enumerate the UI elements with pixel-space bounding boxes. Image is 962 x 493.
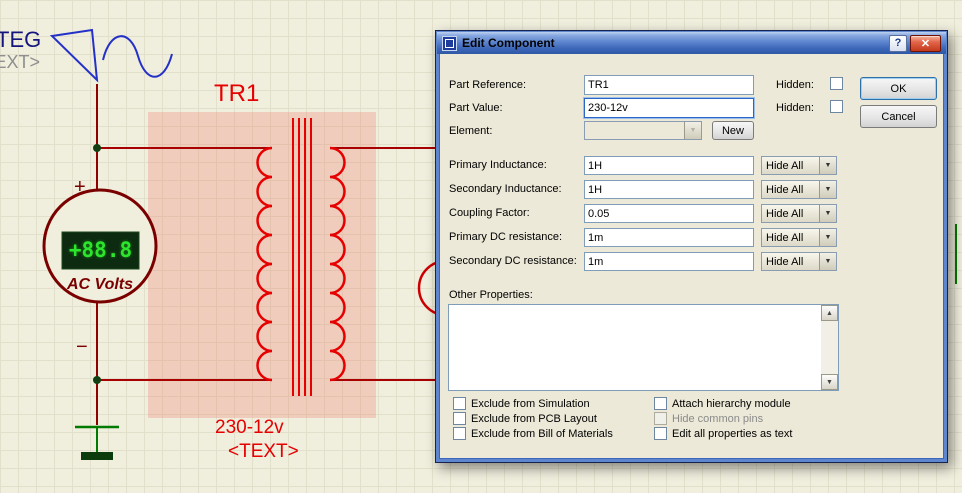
ok-button[interactable]: OK bbox=[860, 77, 937, 100]
other-properties-label: Other Properties: bbox=[449, 289, 533, 301]
cancel-button[interactable]: Cancel bbox=[860, 105, 937, 128]
hidden-checkbox-1[interactable] bbox=[830, 77, 843, 90]
part-reference-input[interactable] bbox=[584, 75, 754, 95]
exclude-pcb-label: Exclude from PCB Layout bbox=[471, 413, 597, 425]
edit-properties-text-checkbox[interactable] bbox=[654, 427, 667, 440]
coupling-factor-label: Coupling Factor: bbox=[449, 207, 530, 219]
generator-symbol[interactable] bbox=[49, 28, 173, 83]
element-label: Element: bbox=[449, 125, 493, 137]
visibility-value: Hide All bbox=[766, 183, 804, 196]
scroll-up-icon[interactable]: ▲ bbox=[821, 305, 838, 321]
secondary-dc-resistance-visibility[interactable]: Hide All ▼ bbox=[761, 252, 837, 271]
hide-common-pins-checkbox bbox=[654, 412, 667, 425]
chevron-down-icon[interactable]: ▼ bbox=[819, 253, 836, 270]
visibility-value: Hide All bbox=[766, 255, 804, 268]
exclude-bom-checkbox[interactable] bbox=[453, 427, 466, 440]
transformer-value-label: 230-12v bbox=[215, 417, 284, 438]
scroll-down-icon[interactable]: ▼ bbox=[821, 374, 838, 390]
exclude-bom-label: Exclude from Bill of Materials bbox=[471, 428, 613, 440]
coupling-factor-visibility[interactable]: Hide All ▼ bbox=[761, 204, 837, 223]
secondary-inductance-input[interactable] bbox=[584, 180, 754, 199]
primary-inductance-label: Primary Inductance: bbox=[449, 159, 547, 171]
dialog-titlebar[interactable]: Edit Component ? ✕ bbox=[437, 32, 946, 54]
app-icon bbox=[442, 35, 457, 51]
primary-dc-resistance-visibility[interactable]: Hide All ▼ bbox=[761, 228, 837, 247]
visibility-value: Hide All bbox=[766, 231, 804, 244]
chevron-down-icon[interactable]: ▼ bbox=[819, 205, 836, 222]
primary-dc-resistance-label: Primary DC resistance: bbox=[449, 231, 563, 243]
voltmeter-plus-label: + bbox=[74, 176, 86, 198]
visibility-value: Hide All bbox=[766, 207, 804, 220]
hidden-label-1: Hidden: bbox=[776, 79, 814, 91]
other-properties-textarea[interactable]: ▲ ▼ bbox=[448, 304, 839, 391]
new-button[interactable]: New bbox=[712, 121, 754, 140]
edit-component-dialog: Edit Component ? ✕ Part Reference: Hidde… bbox=[435, 30, 948, 463]
sine-wave-icon bbox=[102, 35, 173, 78]
exclude-pcb-checkbox[interactable] bbox=[453, 412, 466, 425]
primary-dc-resistance-input[interactable] bbox=[584, 228, 754, 247]
hidden-label-2: Hidden: bbox=[776, 102, 814, 114]
chevron-down-icon[interactable]: ▼ bbox=[819, 229, 836, 246]
secondary-inductance-visibility[interactable]: Hide All ▼ bbox=[761, 180, 837, 199]
voltmeter-reading: +88.8 bbox=[68, 238, 133, 262]
part-reference-label: Part Reference: bbox=[449, 79, 527, 91]
generator-flag[interactable] bbox=[49, 28, 99, 83]
chevron-down-icon[interactable]: ▼ bbox=[819, 181, 836, 198]
transformer-ref-label: TR1 bbox=[214, 80, 260, 107]
visibility-value: Hide All bbox=[766, 159, 804, 172]
generator-text-label: <TEXT> bbox=[0, 52, 41, 72]
dialog-title: Edit Component bbox=[462, 36, 555, 50]
generator-ref-label: TEG bbox=[0, 27, 42, 52]
element-dropdown-value bbox=[585, 122, 684, 139]
secondary-inductance-label: Secondary Inductance: bbox=[449, 183, 562, 195]
coupling-factor-input[interactable] bbox=[584, 204, 754, 223]
vertical-scrollbar[interactable]: ▲ ▼ bbox=[821, 305, 838, 390]
part-value-label: Part Value: bbox=[449, 102, 503, 114]
element-dropdown[interactable]: ▼ bbox=[584, 121, 702, 140]
junction-dot bbox=[93, 376, 101, 384]
attach-hierarchy-label: Attach hierarchy module bbox=[672, 398, 791, 410]
secondary-dc-resistance-input[interactable] bbox=[584, 252, 754, 271]
help-button[interactable]: ? bbox=[889, 34, 907, 52]
attach-hierarchy-checkbox[interactable] bbox=[654, 397, 667, 410]
hidden-checkbox-2[interactable] bbox=[830, 100, 843, 113]
exclude-simulation-checkbox[interactable] bbox=[453, 397, 466, 410]
close-icon[interactable]: ✕ bbox=[910, 34, 941, 52]
exclude-simulation-label: Exclude from Simulation bbox=[471, 398, 590, 410]
primary-inductance-visibility[interactable]: Hide All ▼ bbox=[761, 156, 837, 175]
junction-dot bbox=[93, 144, 101, 152]
hide-common-pins-label: Hide common pins bbox=[672, 413, 764, 425]
primary-inductance-input[interactable] bbox=[584, 156, 754, 175]
ground-symbol[interactable] bbox=[75, 425, 119, 460]
voltmeter-label: AC Volts bbox=[66, 276, 134, 293]
chevron-down-icon[interactable]: ▼ bbox=[684, 122, 701, 139]
transformer-text-label: <TEXT> bbox=[228, 441, 299, 462]
part-value-input[interactable] bbox=[584, 98, 754, 118]
secondary-dc-resistance-label: Secondary DC resistance: bbox=[449, 255, 577, 267]
chevron-down-icon[interactable]: ▼ bbox=[819, 157, 836, 174]
proteus-schematic-canvas: { "schematic": { "generator": { "label":… bbox=[0, 0, 962, 493]
voltmeter-minus-label: − bbox=[76, 336, 88, 358]
ground-bar-thick bbox=[81, 452, 113, 460]
edit-properties-text-label: Edit all properties as text bbox=[672, 428, 793, 440]
